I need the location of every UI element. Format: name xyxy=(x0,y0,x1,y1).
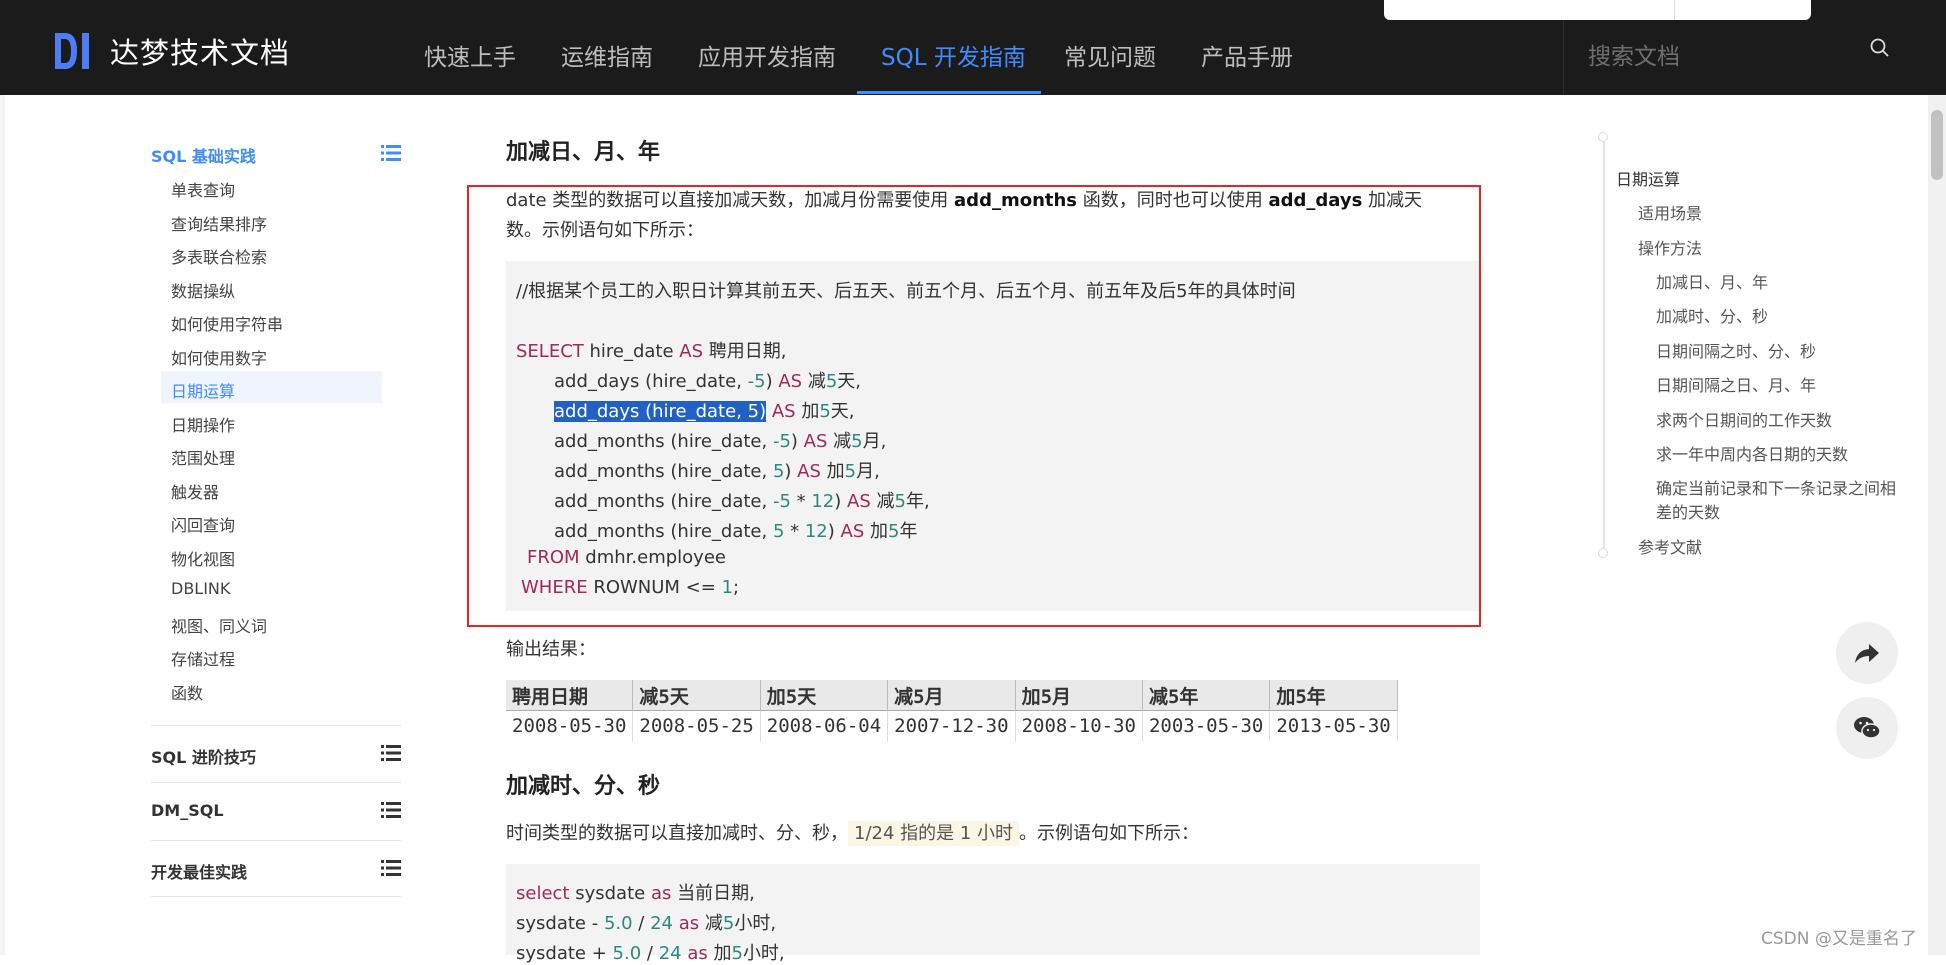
section-heading-add-days-months-years: 加减日、月、年 xyxy=(506,140,661,165)
sidebar-item-strings[interactable]: 如何使用字符串 xyxy=(171,311,283,335)
share-button[interactable] xyxy=(1836,622,1898,684)
table-cell: 2008-06-04 xyxy=(760,710,889,741)
list-toggle-icon[interactable] xyxy=(381,745,401,761)
wechat-icon xyxy=(1854,717,1881,739)
sidebar-item-triggers[interactable]: 触发器 xyxy=(171,479,219,503)
toc-item-references[interactable]: 参考文献 xyxy=(1638,534,1702,558)
nav-quick-start[interactable]: 快速上手 xyxy=(424,38,516,72)
nav-app-dev-guide[interactable]: 应用开发指南 xyxy=(698,38,836,72)
toc-track xyxy=(1603,137,1605,552)
table-header: 减5年 xyxy=(1142,680,1271,711)
table-header: 加5年 xyxy=(1269,680,1398,711)
toc-item-days-to-next-record-cont[interactable]: 差的天数 xyxy=(1656,499,1720,523)
nav-active-indicator xyxy=(857,91,1041,94)
code-line: select sysdate as 当前日期, xyxy=(516,883,755,904)
sidebar-divider xyxy=(151,782,401,783)
brand-name[interactable]: 达梦技术文档 xyxy=(110,30,290,72)
sidebar-item-flashback-query[interactable]: 闪回查询 xyxy=(171,512,235,536)
wechat-share-button[interactable] xyxy=(1836,697,1898,759)
sidebar-item-date-operations[interactable]: 日期操作 xyxy=(171,412,235,436)
table-cell: 2007-12-30 xyxy=(887,710,1016,741)
sidebar-item-materialized-views[interactable]: 物化视图 xyxy=(171,546,235,570)
output-result-table: 聘用日期 减5天 加5天 减5月 加5月 减5年 加5年 2008-05-30 … xyxy=(506,680,1398,741)
sidebar-item-range-processing[interactable]: 范围处理 xyxy=(171,445,235,469)
table-cell: 2008-05-25 xyxy=(632,710,761,741)
overlay-panel-edge xyxy=(1384,0,1811,20)
section-heading-add-hours-minutes-seconds: 加减时、分、秒 xyxy=(506,774,661,799)
table-cell: 2003-05-30 xyxy=(1142,710,1271,741)
sidebar-divider xyxy=(151,725,401,726)
scrollbar-track[interactable] xyxy=(1928,95,1946,955)
nav-ops-guide[interactable]: 运维指南 xyxy=(561,38,653,72)
highlighted-note: 1/24 指的是 1 小时 xyxy=(848,821,1020,846)
code-line: sysdate + 5.0 / 24 as 加5小时, xyxy=(516,943,785,964)
sidebar-section-best-practices[interactable]: 开发最佳实践 xyxy=(151,859,247,883)
toc-item-add-days-months-years[interactable]: 加减日、月、年 xyxy=(1656,269,1768,293)
sidebar-item-views-synonyms[interactable]: 视图、同义词 xyxy=(171,613,267,637)
csdn-watermark: CSDN @又是重名了 xyxy=(1761,929,1917,949)
sidebar-item-data-manipulation[interactable]: 数据操纵 xyxy=(171,278,235,302)
table-cell: 2008-10-30 xyxy=(1015,710,1143,741)
left-edge-strip xyxy=(0,95,5,955)
list-toggle-icon[interactable] xyxy=(381,145,401,161)
nav-faq[interactable]: 常见问题 xyxy=(1064,38,1156,72)
sidebar-item-functions[interactable]: 函数 xyxy=(171,680,203,704)
toc-end-dot xyxy=(1598,548,1608,558)
sidebar-section-sql-basics[interactable]: SQL 基础实践 xyxy=(151,143,256,167)
table-header: 聘用日期 xyxy=(506,680,634,711)
table-header: 加5月 xyxy=(1015,680,1143,711)
search-icon[interactable] xyxy=(1870,38,1890,58)
table-header: 加5天 xyxy=(760,680,889,711)
nav-product-manual[interactable]: 产品手册 xyxy=(1201,38,1293,72)
nav-sql-dev-guide[interactable]: SQL 开发指南 xyxy=(881,38,1026,72)
sidebar-item-single-table-query[interactable]: 单表查询 xyxy=(171,177,235,201)
sidebar-section-sql-advanced[interactable]: SQL 进阶技巧 xyxy=(151,744,256,768)
paragraph-time-arithmetic: 时间类型的数据可以直接加减时、分、秒， 1/24 指的是 1 小时 。示例语句如下所… xyxy=(506,821,1200,846)
dameng-logo-icon[interactable] xyxy=(55,33,91,69)
table-header: 减5月 xyxy=(887,680,1016,711)
toc-item-workdays-between[interactable]: 求两个日期间的工作天数 xyxy=(1656,407,1832,431)
sidebar-item-numbers[interactable]: 如何使用数字 xyxy=(171,345,267,369)
table-row: 2008-05-30 2008-05-25 2008-06-04 2007-12… xyxy=(506,710,1398,741)
toc-item-methods[interactable]: 操作方法 xyxy=(1638,235,1702,259)
list-toggle-icon[interactable] xyxy=(381,860,401,876)
toc-item-days-to-next-record[interactable]: 确定当前记录和下一条记录之间相 xyxy=(1656,475,1896,499)
sidebar-divider xyxy=(151,896,401,897)
output-label: 输出结果： xyxy=(506,639,596,660)
table-header: 减5天 xyxy=(632,680,761,711)
sidebar-item-multi-table-join[interactable]: 多表联合检索 xyxy=(171,244,267,268)
sidebar-divider xyxy=(151,840,401,841)
sidebar-section-dm-sql[interactable]: DM_SQL xyxy=(151,801,224,820)
toc-item-add-hours-minutes-seconds[interactable]: 加减时、分、秒 xyxy=(1656,303,1768,327)
search-input[interactable]: 搜索文档 xyxy=(1588,37,1680,71)
toc-item-interval-hms[interactable]: 日期间隔之时、分、秒 xyxy=(1656,338,1816,362)
table-cell: 2008-05-30 xyxy=(506,710,634,741)
scrollbar-thumb[interactable] xyxy=(1931,110,1943,180)
table-cell: 2013-05-30 xyxy=(1269,710,1398,741)
toc-item-interval-dmy[interactable]: 日期间隔之日、月、年 xyxy=(1656,372,1816,396)
code-line: sysdate - 5.0 / 24 as 减5小时, xyxy=(516,913,777,934)
red-annotation-box xyxy=(467,185,1481,627)
sidebar-item-date-arithmetic[interactable]: 日期运算 xyxy=(171,378,235,402)
toc-item-use-cases[interactable]: 适用场景 xyxy=(1638,200,1702,224)
toc-item-date-arithmetic[interactable]: 日期运算 xyxy=(1616,166,1680,190)
list-toggle-icon[interactable] xyxy=(381,802,401,818)
sidebar-item-dblink[interactable]: DBLINK xyxy=(171,579,230,598)
toc-item-weekday-counts[interactable]: 求一年中周内各日期的天数 xyxy=(1656,441,1848,465)
sidebar-item-sort-results[interactable]: 查询结果排序 xyxy=(171,211,267,235)
share-arrow-icon xyxy=(1855,644,1879,663)
sidebar-item-stored-procedures[interactable]: 存储过程 xyxy=(171,646,235,670)
toc-start-dot xyxy=(1598,132,1608,142)
